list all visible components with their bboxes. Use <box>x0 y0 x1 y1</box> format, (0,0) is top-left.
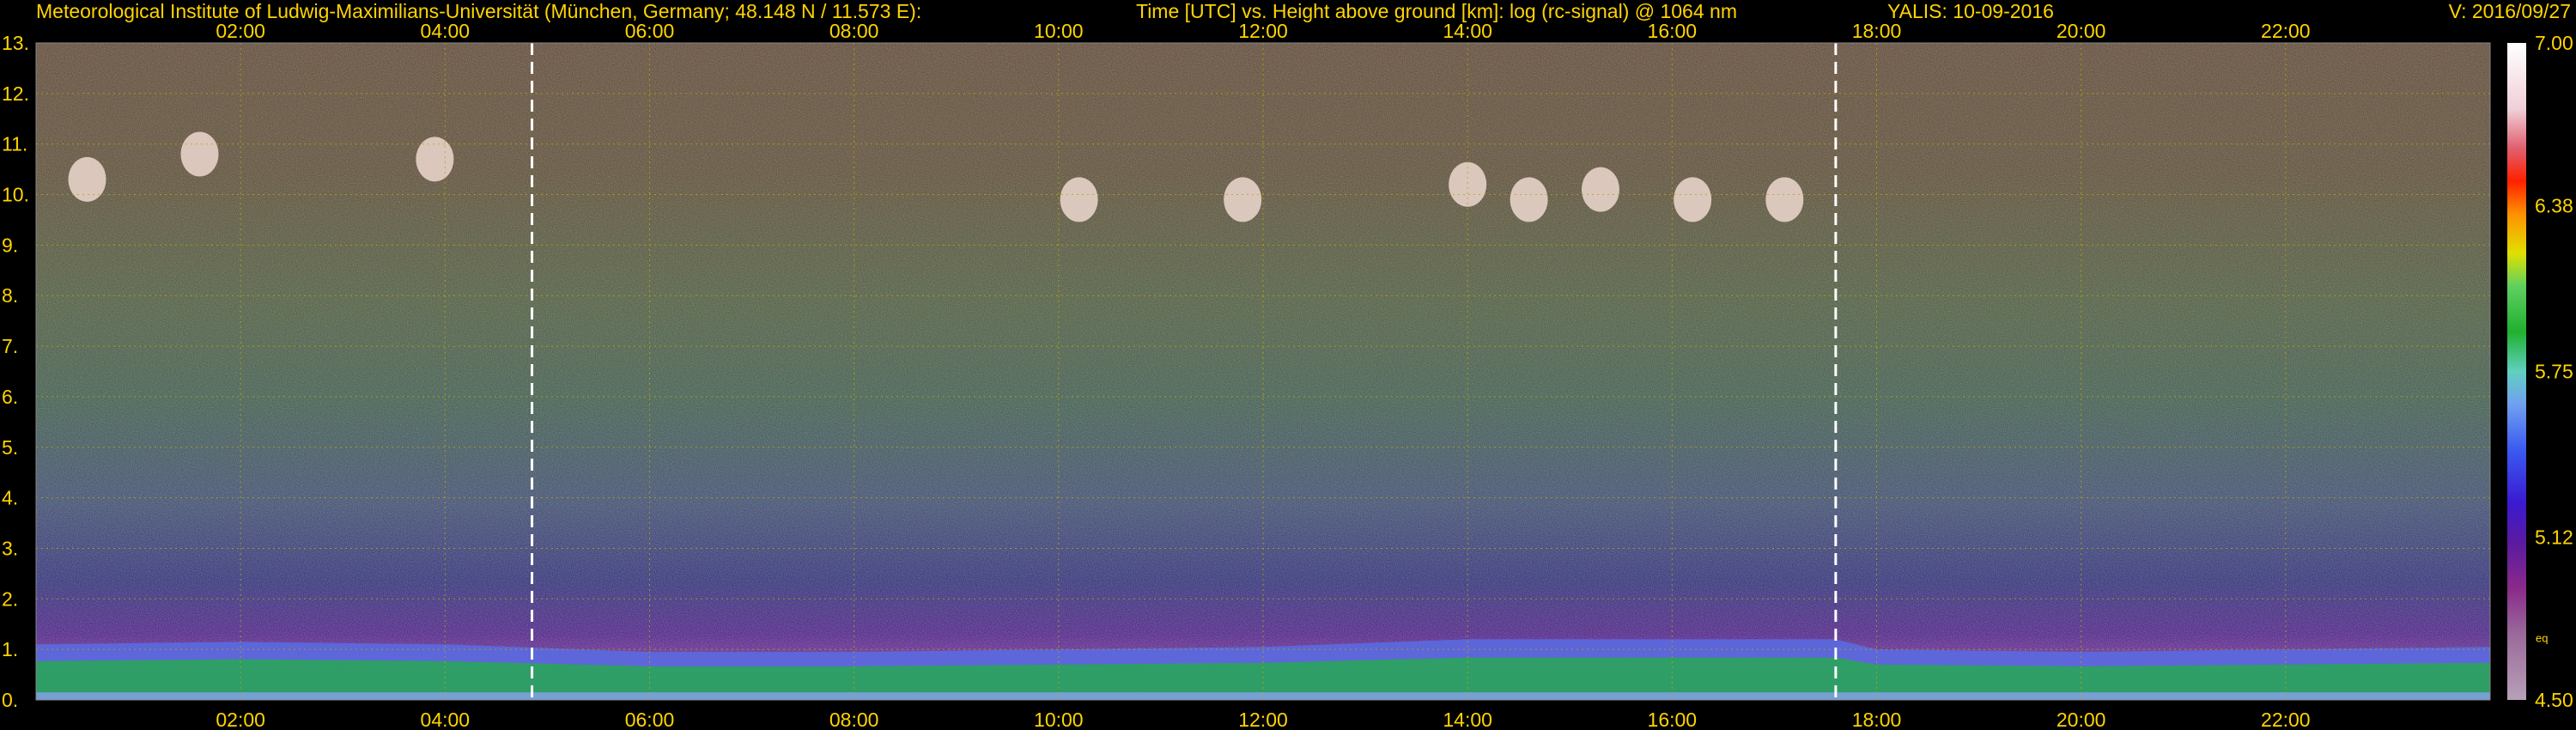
x-tick-label-top: 20:00 <box>2057 20 2106 42</box>
x-tick-label-bottom: 06:00 <box>625 709 675 730</box>
cirrus-patch <box>1224 177 1262 222</box>
colorbar <box>2507 43 2526 700</box>
x-tick-label-top: 04:00 <box>421 20 471 42</box>
x-tick-label-bottom: 12:00 <box>1238 709 1288 730</box>
x-tick-label-top: 18:00 <box>1852 20 1902 42</box>
cirrus-patch <box>68 156 106 202</box>
y-tick-label: 4. <box>2 487 18 509</box>
y-tick-label: 3. <box>2 537 18 559</box>
x-tick-label-top: 16:00 <box>1648 20 1698 42</box>
x-tick-label-bottom: 02:00 <box>216 709 265 730</box>
cirrus-patch <box>180 131 219 177</box>
colorbar-tick-label: 5.75 <box>2535 361 2573 383</box>
x-tick-label-top: 08:00 <box>829 20 879 42</box>
y-tick-label: 11. <box>2 133 27 155</box>
lidar-chart: 0. 1. 2. 3. 4. 5. 6. 7. 8. 9. 10. 11. 12. 13. 02:00 02:… <box>2 20 2573 730</box>
cirrus-patch <box>1449 161 1487 207</box>
colorbar-tick-label: 7.00 <box>2535 32 2573 54</box>
y-tick-label: 13. <box>2 32 29 54</box>
x-tick-label-top: 10:00 <box>1034 20 1084 42</box>
y-tick-label: 5. <box>2 436 18 459</box>
colorbar-tick-label: 4.50 <box>2535 689 2573 711</box>
cirrus-patch <box>416 137 454 182</box>
colorbar-tick-label: 6.38 <box>2535 195 2573 217</box>
y-tick-label: 9. <box>2 234 18 256</box>
y-tick-label: 8. <box>2 284 18 307</box>
x-tick-label-top: 12:00 <box>1238 20 1288 42</box>
colorbar-tick-label: 5.12 <box>2535 526 2573 548</box>
x-tick-label-top: 22:00 <box>2261 20 2311 42</box>
x-tick-label-top: 14:00 <box>1443 20 1492 42</box>
x-tick-label-bottom: 04:00 <box>421 709 471 730</box>
x-tick-label-bottom: 14:00 <box>1443 709 1492 730</box>
x-tick-label-bottom: 22:00 <box>2261 709 2311 730</box>
x-tick-label-bottom: 08:00 <box>829 709 879 730</box>
x-tick-label-top: 02:00 <box>216 20 265 42</box>
y-tick-label: 2. <box>2 587 18 610</box>
y-tick-label: 6. <box>2 386 18 408</box>
cirrus-patch <box>1060 177 1098 222</box>
x-tick-label-bottom: 20:00 <box>2057 709 2106 730</box>
y-tick-label: 1. <box>2 638 18 660</box>
x-tick-label-bottom: 16:00 <box>1648 709 1698 730</box>
x-tick-label-bottom: 18:00 <box>1852 709 1902 730</box>
x-tick-label-top: 06:00 <box>625 20 675 42</box>
cirrus-patch <box>1581 167 1619 212</box>
x-tick-label-bottom: 10:00 <box>1034 709 1084 730</box>
cirrus-patch <box>1765 177 1804 222</box>
y-tick-label: 10. <box>2 184 29 206</box>
y-tick-label: 7. <box>2 335 18 357</box>
y-tick-label: 12. <box>2 82 29 105</box>
colorbar-annotation: eq <box>2536 632 2548 645</box>
cirrus-patch <box>1674 177 1712 222</box>
cirrus-patch <box>1510 177 1548 222</box>
y-tick-label: 0. <box>2 689 18 711</box>
